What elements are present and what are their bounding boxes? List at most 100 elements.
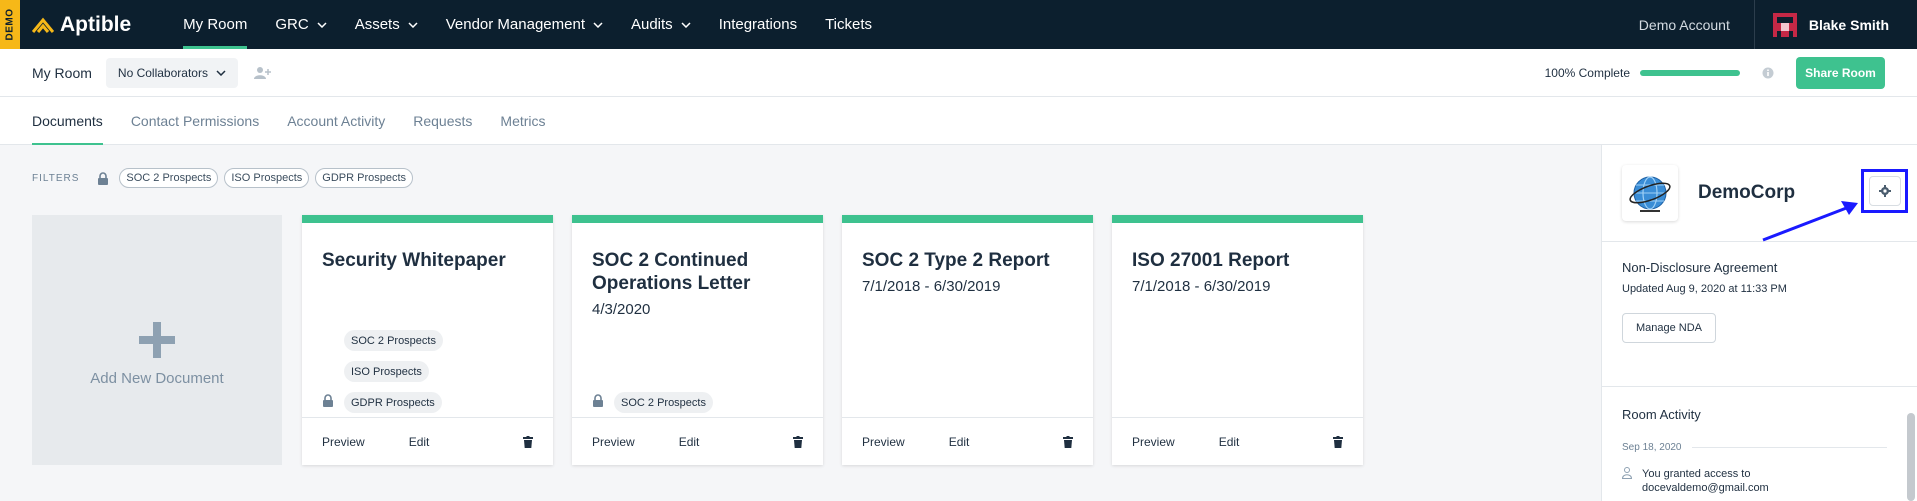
nav-item-label: My Room — [183, 16, 248, 33]
user-avatar-icon — [1772, 12, 1797, 37]
aptible-logo[interactable]: Aptible — [32, 13, 131, 37]
info-icon[interactable] — [1762, 67, 1774, 79]
tab-4[interactable]: Metrics — [500, 97, 545, 144]
annotation-arrow — [1762, 201, 1858, 242]
settings-button[interactable] — [1868, 176, 1901, 206]
collaborators-dropdown[interactable]: No Collaborators — [105, 57, 238, 88]
document-tag: SOC 2 Prospects — [344, 330, 443, 351]
share-room-button[interactable]: Share Room — [1796, 56, 1885, 89]
tab-1[interactable]: Contact Permissions — [131, 97, 259, 144]
trash-icon[interactable] — [1333, 435, 1343, 448]
preview-button[interactable]: Preview — [862, 435, 905, 449]
nav-item-label: GRC — [275, 16, 309, 33]
activity-divider — [1691, 447, 1887, 448]
chevron-down-icon — [593, 21, 603, 28]
globe-icon — [1629, 176, 1671, 212]
trash-icon[interactable] — [1063, 435, 1073, 448]
demo-tag-label: DEMO — [4, 8, 16, 41]
document-card[interactable]: SOC 2 Continued Operations Letter 4/3/202… — [572, 215, 823, 465]
document-card[interactable]: SOC 2 Type 2 Report 7/1/2018 - 6/30/2019 P… — [842, 215, 1093, 465]
filters-label: FILTERS — [32, 172, 80, 184]
document-title: Security Whitepaper — [322, 250, 506, 271]
nav-item-label: Integrations — [718, 16, 798, 33]
tab-3[interactable]: Requests — [413, 97, 472, 144]
activity-text-line-2: docevaldemo@gmail.com — [1642, 482, 1769, 494]
user-menu[interactable]: Blake Smith — [1755, 12, 1917, 37]
company-logo — [1622, 165, 1678, 221]
chevron-down-icon — [216, 69, 226, 76]
nav-item-label: Audits — [630, 16, 673, 33]
document-date: 7/1/2018 - 6/30/2019 — [862, 278, 1001, 295]
demo-tag: DEMO — [0, 0, 20, 49]
nav-item-1[interactable]: GRC — [261, 0, 340, 49]
trash-icon[interactable] — [523, 435, 533, 448]
document-date: 7/1/2018 - 6/30/2019 — [1132, 278, 1271, 295]
manage-nda-button[interactable]: Manage NDA — [1622, 313, 1716, 343]
top-nav: DEMO Aptible My Room GRC Assets Vendor Mana… — [0, 0, 1917, 49]
document-tag: SOC 2 Prospects — [614, 392, 713, 413]
demo-account-link[interactable]: Demo Account — [1639, 0, 1755, 49]
edit-button[interactable]: Edit — [679, 435, 700, 449]
progress-fill — [1640, 69, 1740, 76]
nda-title: Non-Disclosure Agreement — [1622, 260, 1778, 275]
filter-chip[interactable]: SOC 2 Prospects — [119, 168, 219, 188]
document-title: SOC 2 Type 2 Report — [862, 250, 1050, 271]
nav-item-label: Vendor Management — [445, 16, 585, 33]
document-card[interactable]: ISO 27001 Report 7/1/2018 - 6/30/2019 Prev… — [1112, 215, 1363, 465]
progress-label: 100% Complete — [1544, 65, 1630, 80]
document-date: 4/3/2020 — [592, 301, 651, 318]
filter-chip[interactable]: GDPR Prospects — [315, 168, 414, 188]
nav-item-4[interactable]: Audits — [617, 0, 705, 49]
document-tags: SOC 2 Prospects ISO Prospects GDPR Prospec… — [322, 320, 443, 413]
activity-date: Sep 18, 2020 — [1622, 442, 1682, 453]
edit-button[interactable]: Edit — [1219, 435, 1240, 449]
room-tabs: Documents Contact Permissions Account Acti… — [0, 97, 1917, 145]
tab-0[interactable]: Documents — [32, 97, 103, 145]
nav-item-6[interactable]: Tickets — [811, 0, 886, 49]
document-tag: ISO Prospects — [344, 361, 429, 382]
trash-icon[interactable] — [793, 435, 803, 448]
person-icon — [1622, 467, 1632, 479]
progress-bar — [1640, 69, 1740, 76]
filter-chip[interactable]: ISO Prospects — [224, 168, 310, 188]
nav-item-5[interactable]: Integrations — [705, 0, 811, 49]
plus-icon — [139, 321, 175, 358]
preview-button[interactable]: Preview — [1132, 435, 1175, 449]
edit-button[interactable]: Edit — [409, 435, 430, 449]
document-title: ISO 27001 Report — [1132, 250, 1290, 271]
room-title: My Room — [32, 64, 92, 81]
preview-button[interactable]: Preview — [322, 435, 365, 449]
chevron-down-icon — [408, 21, 418, 28]
lock-icon — [323, 393, 333, 407]
room-subheader: My Room No Collaborators 100% Complete S… — [0, 49, 1917, 97]
document-tags: SOC 2 Prospects — [592, 382, 713, 413]
filters-bar: FILTERS SOC 2 Prospects ISO Prospects GDPR… — [32, 168, 419, 188]
document-tag: GDPR Prospects — [344, 392, 442, 413]
settings-highlight — [1861, 169, 1908, 213]
nda-updated: Updated Aug 9, 2020 at 11:33 PM — [1622, 283, 1787, 295]
chevron-down-icon — [317, 21, 327, 28]
nav-item-2[interactable]: Assets — [341, 0, 432, 49]
activity-entry: You granted access to docevaldemo@gmail.… — [1622, 467, 1897, 495]
user-name: Blake Smith — [1808, 16, 1889, 33]
room-details-panel: DemoCorp Non-Disclosure Agreement Update… — [1601, 145, 1917, 501]
activity-text-line-1: You granted access to — [1642, 468, 1751, 480]
logo-text: Aptible — [60, 12, 132, 36]
add-new-document[interactable]: Add New Document — [32, 215, 282, 465]
nav-menu: My Room GRC Assets Vendor Management Audits I… — [169, 0, 886, 49]
tab-2[interactable]: Account Activity — [287, 97, 385, 144]
document-title: SOC 2 Continued Operations Letter — [592, 250, 751, 294]
lock-icon — [98, 171, 109, 185]
preview-button[interactable]: Preview — [592, 435, 635, 449]
add-new-document-label: Add New Document — [90, 369, 224, 387]
room-activity-title: Room Activity — [1622, 407, 1701, 422]
chevron-down-icon — [681, 21, 691, 28]
nav-item-label: Tickets — [825, 16, 873, 33]
add-user-icon[interactable] — [253, 66, 272, 80]
panel-scrollbar[interactable] — [1907, 413, 1915, 501]
document-card[interactable]: Security Whitepaper SOC 2 Prospects ISO Pr… — [302, 215, 553, 465]
nav-item-0[interactable]: My Room — [169, 0, 261, 49]
edit-button[interactable]: Edit — [949, 435, 970, 449]
nav-item-label: Assets — [354, 16, 400, 33]
nav-item-3[interactable]: Vendor Management — [432, 0, 617, 49]
